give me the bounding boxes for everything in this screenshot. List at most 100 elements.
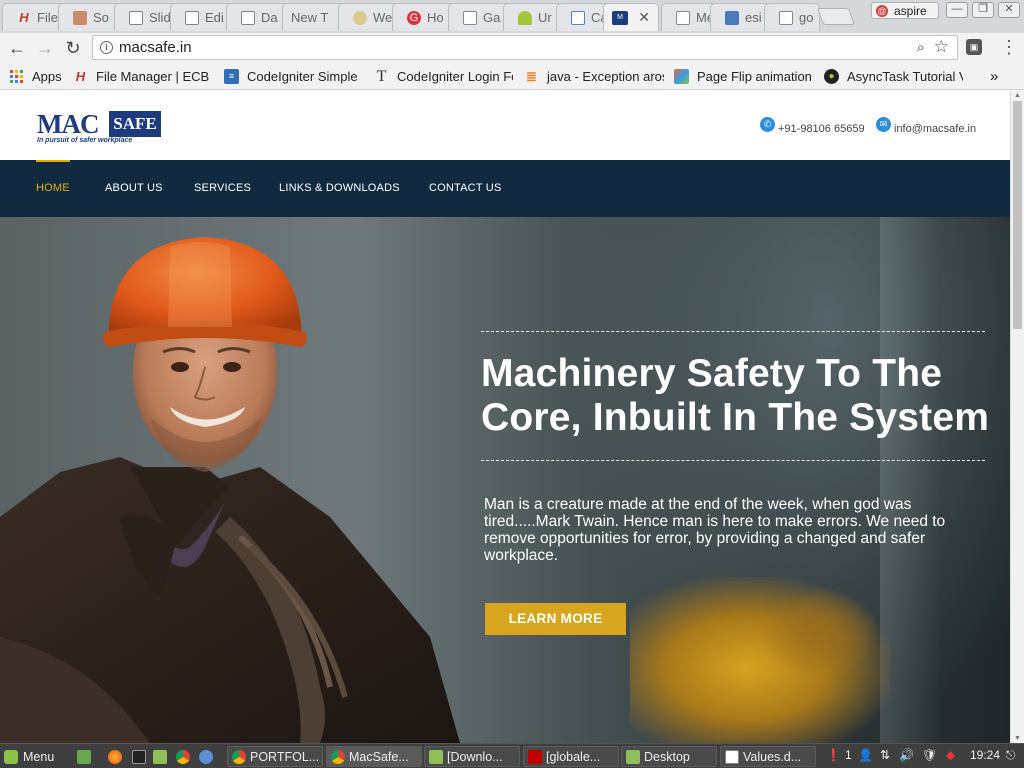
h-logo-icon: H	[75, 68, 86, 84]
reload-icon[interactable]: ↻	[62, 37, 84, 59]
window-label: [Downlo...	[447, 749, 503, 764]
profile-avatar-icon: @	[876, 4, 888, 17]
web-page: MAC SAFE In pursuit of safer workplace ✆…	[0, 91, 1010, 743]
scroll-down-icon[interactable]: ▼	[1014, 735, 1021, 742]
maximize-button[interactable]: ❐	[972, 2, 994, 18]
tab-label: go	[799, 10, 814, 25]
mint-logo-icon	[4, 749, 18, 764]
page-icon	[676, 10, 690, 25]
extension-icon[interactable]: ▣	[966, 39, 982, 55]
taskbar-window-downloads[interactable]: [Downlo...	[424, 746, 520, 767]
launcher-files[interactable]	[153, 746, 172, 767]
chrome-icon	[232, 749, 246, 764]
email-address: info@macsafe.in	[894, 122, 977, 135]
learn-more-button[interactable]: LEARN MORE	[485, 603, 626, 635]
launcher-firefox[interactable]	[108, 746, 127, 767]
user-icon[interactable]: 👤	[858, 748, 873, 762]
page-icon	[779, 10, 793, 25]
info-icon[interactable]: i	[100, 41, 113, 54]
machinery-detail-image	[760, 587, 880, 677]
circle-logo-icon	[353, 10, 367, 25]
phone-contact[interactable]: ✆ +91-98106 65659	[760, 117, 865, 136]
taskbar-window-desktop[interactable]: Desktop	[621, 746, 717, 767]
close-window-button[interactable]: ✕	[998, 2, 1020, 18]
taskbar-window-macsafe[interactable]: MacSafe...	[326, 746, 422, 767]
desktop-icon	[77, 749, 91, 764]
hero-divider-bottom	[481, 460, 985, 461]
tab-label: New T	[291, 10, 329, 25]
launcher-terminal[interactable]	[132, 746, 151, 767]
volume-icon[interactable]: 🔊	[899, 748, 914, 762]
nav-services[interactable]: SERVICES	[194, 182, 251, 194]
notification-count: 1	[845, 748, 852, 762]
tab-label: esi	[745, 10, 762, 25]
tab-go[interactable]: go	[764, 3, 820, 31]
hero-title-line-2: Core, Inbuilt In The System	[481, 396, 990, 439]
email-contact[interactable]: ✉ info@macsafe.in	[876, 117, 977, 136]
mosaic-icon	[674, 68, 689, 84]
taskbar-window-portfolio[interactable]: PORTFOL...	[227, 746, 323, 767]
page-icon	[129, 10, 143, 25]
site-logo[interactable]: MAC SAFE In pursuit of safer workplace	[37, 109, 163, 145]
bookmark-codeigniter-simple[interactable]: ≡ CodeIgniter Simple	[224, 67, 363, 85]
folder-icon	[429, 749, 443, 764]
scroll-up-icon[interactable]: ▲	[1014, 92, 1021, 99]
window-label: [globale...	[546, 749, 601, 764]
network-icon[interactable]: ⇅	[880, 748, 890, 762]
bookmark-star-icon[interactable]: ☆	[934, 35, 949, 58]
bookmark-page-flip[interactable]: Page Flip animation	[674, 67, 811, 85]
taskbar-window-filezilla[interactable]: [globale...	[523, 746, 619, 767]
start-menu-button[interactable]: Menu	[4, 746, 70, 767]
bookmark-asynctask[interactable]: ● AsyncTask Tutorial V	[824, 67, 963, 85]
logo-safe-text: SAFE	[109, 111, 161, 137]
bookmark-apps[interactable]: Apps	[9, 67, 69, 85]
profile-button[interactable]: @ aspire	[871, 2, 939, 19]
tab-label: Ho	[427, 10, 444, 25]
clock[interactable]: 19:24	[970, 748, 1000, 762]
forward-icon[interactable]: →	[34, 37, 56, 59]
launcher-show-desktop[interactable]	[77, 746, 96, 767]
tab-label: Edi	[205, 10, 224, 25]
nav-home[interactable]: HOME	[36, 182, 70, 194]
logo-tagline: In pursuit of safer workplace	[37, 137, 133, 144]
page-icon	[463, 10, 477, 25]
window-label: MacSafe...	[349, 749, 409, 764]
bookmark-codeigniter-login[interactable]: T CodeIgniter Login Fo	[374, 67, 513, 85]
minimize-button[interactable]: —	[946, 2, 968, 18]
scrollbar-thumb[interactable]	[1013, 101, 1022, 329]
taskbar-window-values[interactable]: Values.d...	[720, 746, 816, 767]
bookmark-label: AsyncTask Tutorial V	[847, 68, 963, 84]
chrome-menu-icon[interactable]: ⋮	[1000, 37, 1018, 57]
page-scrollbar[interactable]: ▲ ▼	[1010, 91, 1024, 743]
red-badge-icon: G	[407, 10, 421, 25]
page-icon	[241, 10, 255, 25]
close-tab-icon[interactable]: ✕	[638, 9, 650, 26]
phone-number: +91-98106 65659	[778, 122, 865, 135]
launcher-chrome[interactable]	[176, 746, 195, 767]
nav-contact-us[interactable]: CONTACT US	[429, 182, 502, 194]
update-icon[interactable]: ◆	[946, 748, 955, 762]
t-serif-icon: T	[376, 67, 387, 85]
nav-about-us[interactable]: ABOUT US	[105, 182, 163, 194]
main-nav: HOME ABOUT US SERVICES LINKS & DOWNLOADS…	[0, 160, 1010, 217]
tab-macsafe[interactable]: M ✕	[603, 3, 659, 31]
launcher-app[interactable]	[199, 746, 218, 767]
tab-label: We	[373, 10, 393, 25]
nav-links-downloads[interactable]: LINKS & DOWNLOADS	[279, 182, 400, 194]
alert-icon[interactable]: ❗	[826, 748, 841, 762]
zoom-icon[interactable]: ⌕	[917, 36, 925, 59]
back-icon[interactable]: ←	[6, 37, 28, 59]
stamp-icon	[73, 10, 87, 25]
tab-label: File	[37, 10, 58, 25]
power-icon[interactable]: ⎋	[1006, 748, 1016, 763]
doc-blue-icon: ≡	[224, 68, 239, 84]
new-tab-button[interactable]	[816, 8, 856, 25]
bookmark-java-exception[interactable]: ≣ java - Exception aros	[524, 67, 664, 85]
filezilla-icon	[528, 749, 542, 764]
shield-icon[interactable]: 🛡	[922, 748, 937, 762]
bookmark-file-manager[interactable]: H File Manager | ECB	[73, 67, 213, 85]
tab-strip: H File So Slid Edi Da New T We G Ho Ga U…	[0, 0, 1024, 33]
bookmarks-overflow-button[interactable]: »	[990, 67, 1004, 85]
address-bar[interactable]: i macsafe.in ⌕ ☆	[92, 35, 958, 60]
chrome-icon	[176, 749, 190, 764]
